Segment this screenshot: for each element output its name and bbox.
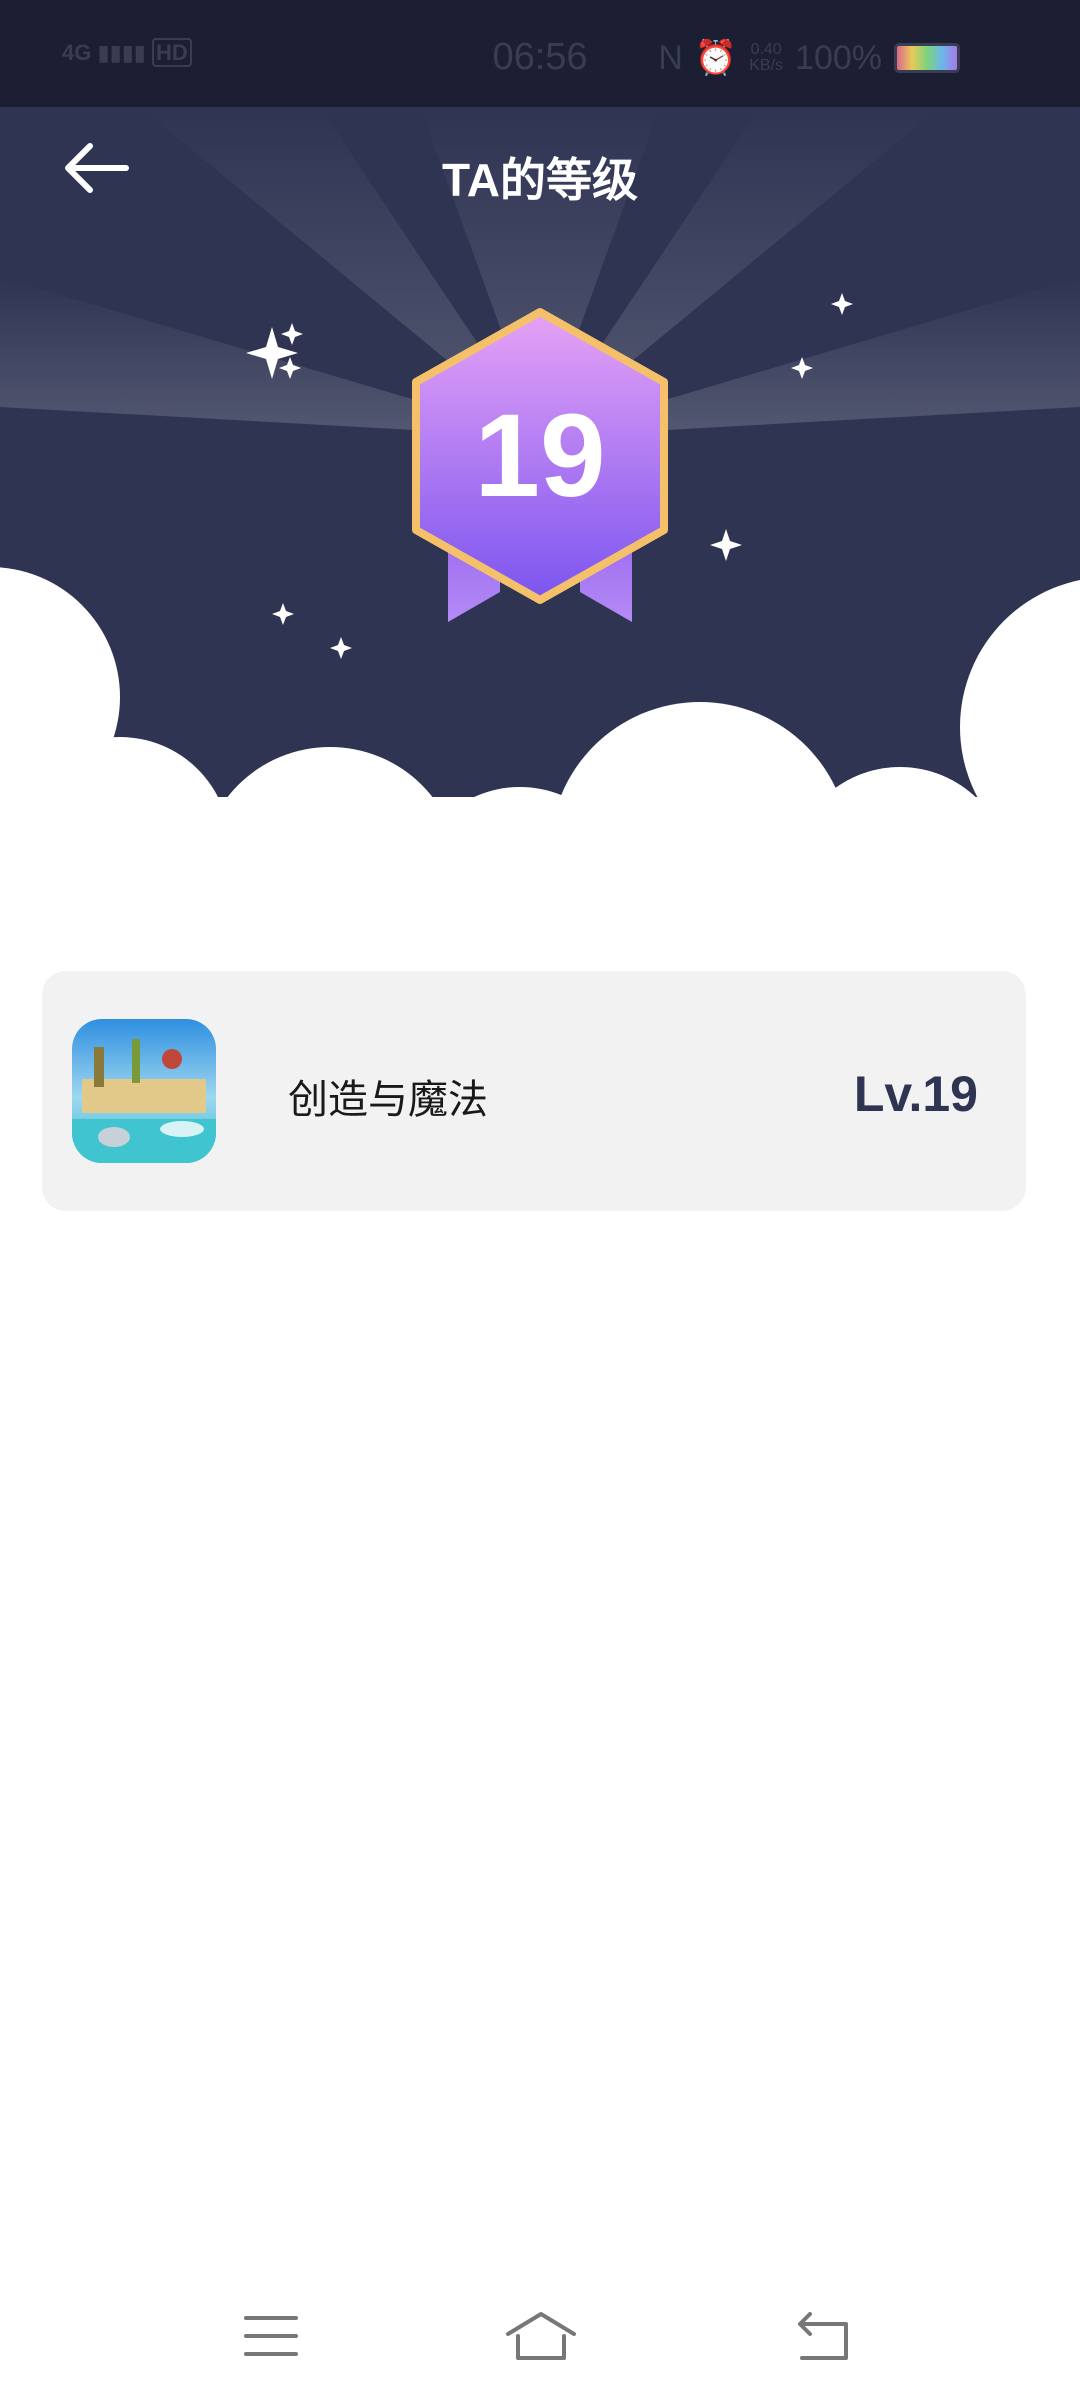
network-speed: 0.40 KB/s xyxy=(749,42,783,74)
nav-home-button[interactable] xyxy=(496,2290,586,2380)
battery-percent: 100% xyxy=(795,38,882,77)
alarm-icon: ⏰ xyxy=(694,39,738,77)
badge-level-number: 19 xyxy=(474,390,606,522)
home-icon xyxy=(506,2312,576,2360)
game-level: Lv.19 xyxy=(853,1066,978,1122)
game-level-card[interactable]: 创造与魔法 Lv.19 xyxy=(42,971,1026,1211)
menu-icon xyxy=(244,2316,298,2356)
nav-menu-button[interactable] xyxy=(226,2290,316,2380)
back-icon xyxy=(798,2312,848,2360)
system-nav-bar xyxy=(0,2290,1080,2380)
nfc-icon: N xyxy=(658,38,683,77)
game-name: 创造与魔法 xyxy=(288,1078,488,1122)
status-right: N ⏰ 0.40 KB/s 100% xyxy=(658,38,960,78)
game-app-icon xyxy=(72,1019,216,1163)
battery-icon xyxy=(894,43,960,73)
page-title: TA的等级 xyxy=(442,154,638,206)
speed-unit: KB/s xyxy=(749,57,784,74)
status-bar: 4G ▮▮▮▮ HD 06:56 N ⏰ 0.40 KB/s 100% xyxy=(0,0,1080,107)
speed-value: 0.40 xyxy=(750,41,782,58)
nav-back-button[interactable] xyxy=(778,2290,868,2380)
